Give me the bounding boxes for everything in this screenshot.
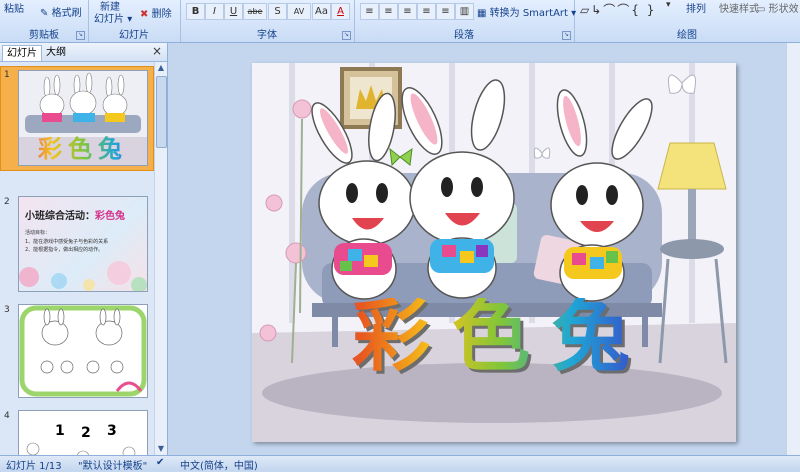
scroll-down-icon[interactable]: ▼ xyxy=(155,443,167,455)
smartart-button[interactable]: ▦ 转换为 SmartArt ▾ xyxy=(477,4,576,19)
slide-number: 3 xyxy=(4,305,10,315)
thumb2-balloons xyxy=(19,261,147,291)
delete-slide-button[interactable]: ✖ 删除 xyxy=(140,5,172,20)
arrange-button[interactable]: 排列 xyxy=(686,0,706,15)
slide-editor: 彩色兔 xyxy=(168,43,800,455)
new-slide-button[interactable]: 幻灯片 ▾ xyxy=(94,10,132,25)
clipboard-group: 粘贴 ✎ 格式刷 剪贴板 ↘ xyxy=(0,0,89,42)
thumb4-bunnies xyxy=(26,442,136,455)
spellcheck-icon[interactable]: ✔ xyxy=(156,457,164,468)
clipboard-launcher-icon[interactable]: ↘ xyxy=(76,31,85,40)
format-painter-button[interactable]: ✎ 格式刷 xyxy=(40,4,82,19)
editor-scrollbar[interactable] xyxy=(786,43,800,455)
slide-thumbnail-1[interactable]: 彩色兔 xyxy=(18,70,148,166)
slides-group: 新建 幻灯片 ▾ ✖ 删除 幻灯片 xyxy=(88,0,181,42)
bold-button[interactable]: B xyxy=(186,3,205,20)
change-case-button[interactable]: Aa xyxy=(312,3,331,20)
slide-illustration xyxy=(252,63,736,442)
slides-pane: 幻灯片 大纲 × 1 彩色兔 2 小班综合活动：彩色兔 活动目标： 1、能在游戏… xyxy=(0,43,168,455)
character-spacing-button[interactable]: AV xyxy=(287,3,311,20)
font-launcher-icon[interactable]: ↘ xyxy=(342,31,351,40)
align-left-icon[interactable]: ≡ xyxy=(360,3,379,20)
close-icon[interactable]: × xyxy=(152,44,162,58)
align-right-icon[interactable]: ≡ xyxy=(398,3,417,20)
strikethrough-button[interactable]: abe xyxy=(243,3,267,20)
slides-group-label: 幻灯片 xyxy=(119,30,149,41)
paragraph-group-label: 段落 xyxy=(454,30,474,41)
slide-number: 1 xyxy=(4,70,10,80)
tab-slides[interactable]: 幻灯片 xyxy=(2,45,42,61)
quick-styles-button[interactable]: 快速样式 xyxy=(719,0,759,15)
paste-button[interactable]: 粘贴 xyxy=(4,0,24,15)
shapes-gallery[interactable]: ▱↳⌒⌒{ } xyxy=(580,1,656,18)
drawing-group: ▱↳⌒⌒{ } ▾ 排列 快速样式 ▭ 形状效 绘图 xyxy=(574,0,800,42)
shapes-scroll-icon[interactable]: ▾ xyxy=(666,0,671,10)
thumbnail-scrollbar[interactable]: ▲ ▼ xyxy=(154,62,167,455)
slide-thumbnail-3[interactable] xyxy=(18,304,148,398)
drawing-group-label: 绘图 xyxy=(677,30,697,41)
justify-icon[interactable]: ≡ xyxy=(417,3,436,20)
shape-outline-icon: ▭ xyxy=(756,4,766,15)
format-painter-label: 格式刷 xyxy=(51,8,82,19)
underline-button[interactable]: U xyxy=(224,3,243,20)
thumbnail-list: 1 彩色兔 2 小班综合活动：彩色兔 活动目标： 1、能在游戏中感受兔子与色彩的… xyxy=(0,62,154,455)
current-slide[interactable]: 彩色兔 xyxy=(252,63,736,442)
smartart-label: 转换为 SmartArt xyxy=(489,8,568,19)
shape-outline-button[interactable]: ▭ 形状效 xyxy=(756,0,799,15)
ribbon: 粘贴 ✎ 格式刷 剪贴板 ↘ 新建 幻灯片 ▾ ✖ 删除 幻灯片 B I U a… xyxy=(0,0,800,43)
columns-icon[interactable]: ▥ xyxy=(455,3,474,20)
shape-outline-label: 形状效 xyxy=(768,4,799,15)
paragraph-launcher-icon[interactable]: ↘ xyxy=(562,31,571,40)
brush-icon: ✎ xyxy=(40,8,49,19)
align-center-icon[interactable]: ≡ xyxy=(379,3,398,20)
pane-tabs: 幻灯片 大纲 × xyxy=(0,43,167,62)
slide-title[interactable]: 彩色兔 xyxy=(292,298,712,376)
distribute-icon[interactable]: ≡ xyxy=(436,3,455,20)
italic-button[interactable]: I xyxy=(205,3,224,20)
clipboard-group-label: 剪贴板 xyxy=(29,30,59,41)
slide-number: 2 xyxy=(4,197,10,207)
paragraph-group: ≡ ≡ ≡ ≡ ≡ ▥ ▦ 转换为 SmartArt ▾ 段落 ↘ xyxy=(354,0,576,42)
delete-label: 删除 xyxy=(151,9,172,20)
status-bar: 幻灯片 1/13 "默认设计模板" ✔ 中文(简体，中国) xyxy=(0,455,800,472)
font-group-label: 字体 xyxy=(257,30,277,41)
slide-thumbnail-4[interactable]: 1 2 3 xyxy=(18,410,148,455)
slide-thumbnail-2[interactable]: 小班综合活动：彩色兔 活动目标： 1、能在游戏中感受兔子与色彩的关系 2、能根据… xyxy=(18,196,148,292)
scrollbar-thumb[interactable] xyxy=(156,76,167,148)
shadow-button[interactable]: S xyxy=(268,3,287,20)
slide-number: 4 xyxy=(4,411,10,421)
smartart-icon: ▦ xyxy=(477,8,487,19)
font-group: B I U abe S AV Aa A 字体 ↘ xyxy=(180,0,355,42)
thumb3-illustration xyxy=(19,305,147,397)
font-color-button[interactable]: A xyxy=(331,3,350,20)
thumb1-title: 彩色兔 xyxy=(19,129,147,164)
delete-icon: ✖ xyxy=(140,9,149,20)
chevron-down-icon: ▾ xyxy=(127,14,133,25)
scroll-up-icon[interactable]: ▲ xyxy=(155,62,167,74)
new-slide-label-2: 幻灯片 xyxy=(94,14,124,25)
tab-outline[interactable]: 大纲 xyxy=(42,45,70,60)
